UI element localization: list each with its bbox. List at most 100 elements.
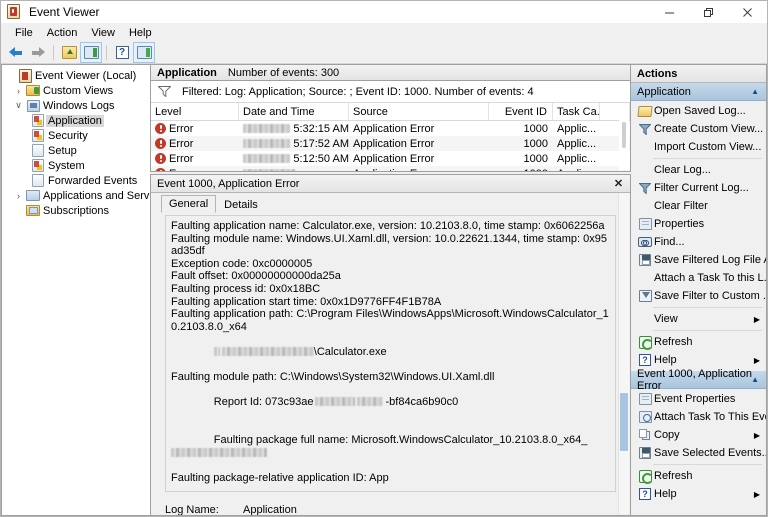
- column-header-task-category[interactable]: Task Ca...: [553, 103, 600, 120]
- menu-file[interactable]: File: [8, 26, 40, 40]
- action-save-filtered-log-file-as[interactable]: Save Filtered Log File A...: [631, 251, 766, 269]
- show-hide-console-tree-icon[interactable]: [81, 43, 101, 62]
- redacted-date: [243, 139, 290, 148]
- message-line: Faulting package-relative application ID…: [171, 472, 610, 485]
- sidebar-item-forwarded-events[interactable]: Forwarded Events: [2, 173, 150, 188]
- action-help-event[interactable]: ? Help ▶: [631, 485, 766, 503]
- chevron-up-icon[interactable]: ▲: [751, 375, 759, 384]
- tab-details[interactable]: Details: [216, 196, 266, 213]
- close-icon[interactable]: ✕: [612, 177, 625, 190]
- event-viewer-window: Event Viewer File Action View Hel: [0, 0, 768, 517]
- cell-task-category: Applic...: [553, 168, 600, 172]
- action-refresh[interactable]: Refresh: [631, 333, 766, 351]
- report-id-prefix: Report Id: 073c93ae: [214, 396, 314, 408]
- sidebar-item-setup[interactable]: Setup: [2, 143, 150, 158]
- attach-task-icon: [636, 411, 654, 423]
- action-copy[interactable]: Copy ▶: [631, 426, 766, 444]
- action-save-selected-events[interactable]: Save Selected Events...: [631, 444, 766, 462]
- back-arrow-icon[interactable]: [6, 43, 26, 62]
- redacted-text: [222, 347, 314, 356]
- filter-description: Filtered: Log: Application; Source: ; Ev…: [182, 86, 534, 98]
- column-header-source[interactable]: Source: [349, 103, 489, 120]
- action-filter-current-log[interactable]: Filter Current Log...: [631, 179, 766, 197]
- action-attach-task-to-this-event[interactable]: Attach Task To This Eve...: [631, 408, 766, 426]
- tree-root-event-viewer[interactable]: Event Viewer (Local): [2, 68, 150, 83]
- sidebar-item-system[interactable]: System: [2, 158, 150, 173]
- cell-source: Application Error: [349, 123, 489, 135]
- action-help[interactable]: ? Help ▶: [631, 351, 766, 369]
- action-clear-filter[interactable]: Clear Filter: [631, 197, 766, 215]
- close-icon[interactable]: [728, 1, 767, 23]
- menu-divider: [653, 158, 762, 159]
- event-viewer-icon: [7, 4, 23, 20]
- scrollbar-thumb[interactable]: [622, 122, 626, 148]
- detail-scrollbar[interactable]: [618, 193, 629, 514]
- table-row[interactable]: Error 5:17:52 AM Application Error 1000 …: [151, 136, 630, 151]
- up-one-level-icon[interactable]: [59, 43, 79, 62]
- event-metadata: Log Name: Application Source: Applicatio…: [165, 502, 616, 515]
- message-line: Faulting module path: C:\Windows\System3…: [171, 371, 610, 384]
- sidebar-item-application[interactable]: Application: [2, 113, 150, 128]
- computer-logs-icon: [25, 100, 41, 112]
- action-event-properties[interactable]: Event Properties: [631, 390, 766, 408]
- sidebar-item-label: Forwarded Events: [46, 175, 139, 187]
- column-header-level[interactable]: Level: [151, 103, 239, 120]
- help-icon[interactable]: ?: [112, 43, 132, 62]
- cell-date-and-time: 5:12:50 AM: [239, 153, 349, 165]
- action-label: View: [654, 313, 678, 325]
- chevron-right-icon[interactable]: ›: [12, 86, 25, 96]
- chevron-down-icon[interactable]: ∨: [12, 100, 25, 111]
- path-suffix: \Calculator.exe: [314, 346, 387, 358]
- action-import-custom-view[interactable]: Import Custom View...: [631, 138, 766, 156]
- cell-level: Error: [151, 168, 239, 172]
- filter-bar[interactable]: Filtered: Log: Application; Source: ; Ev…: [151, 81, 630, 103]
- minimize-icon[interactable]: [650, 1, 689, 23]
- action-properties[interactable]: Properties: [631, 215, 766, 233]
- sidebar-item-custom-views[interactable]: › Custom Views: [2, 83, 150, 98]
- cell-level: Error: [151, 123, 239, 135]
- action-label: Copy: [654, 429, 680, 441]
- folder-green-icon: [25, 85, 41, 96]
- action-view[interactable]: View ▶: [631, 310, 766, 328]
- group-title: Event 1000, Application Error: [637, 368, 766, 392]
- forward-arrow-icon[interactable]: [28, 43, 48, 62]
- sidebar-item-security[interactable]: Security: [2, 128, 150, 143]
- error-icon: [155, 138, 166, 149]
- table-row[interactable]: Error 5:32:15 AM Application Error 1000 …: [151, 121, 630, 136]
- action-refresh-event[interactable]: Refresh: [631, 467, 766, 485]
- table-row[interactable]: Error Application Error 1000 Applic...: [151, 166, 630, 171]
- column-header-event-id[interactable]: Event ID: [489, 103, 553, 120]
- sidebar-item-applications-and-services-logs[interactable]: › Applications and Services Lo: [2, 188, 150, 203]
- chevron-up-icon[interactable]: ▲: [751, 87, 759, 96]
- copy-icon: [636, 429, 654, 441]
- action-save-filter-to-custom-view[interactable]: Save Filter to Custom ...: [631, 287, 766, 305]
- action-clear-log[interactable]: Clear Log...: [631, 161, 766, 179]
- column-header-date-and-time[interactable]: Date and Time: [239, 103, 349, 120]
- table-row[interactable]: Error 5:12:50 AM Application Error 1000 …: [151, 151, 630, 166]
- chevron-right-icon[interactable]: ›: [12, 191, 25, 201]
- actions-group-header-application[interactable]: Application ▲: [631, 83, 766, 101]
- scrollbar-thumb[interactable]: [620, 393, 628, 451]
- error-icon: [155, 168, 166, 171]
- actions-group-header-event[interactable]: Event 1000, Application Error ▲: [631, 371, 766, 389]
- message-line-path-continuation: \Calculator.exe: [171, 333, 610, 371]
- menu-view[interactable]: View: [84, 26, 122, 40]
- tab-general[interactable]: General: [161, 195, 216, 213]
- event-list-scrollbar[interactable]: [619, 120, 629, 170]
- action-create-custom-view[interactable]: Create Custom View...: [631, 120, 766, 138]
- message-line-report-id: Report Id: 073c93ae-bf84ca6b90c0: [171, 384, 610, 422]
- menu-action[interactable]: Action: [40, 26, 85, 40]
- actions-list-event: Event Properties Attach Task To This Eve…: [631, 389, 766, 505]
- action-label: Help: [654, 354, 677, 366]
- sidebar-item-label: Security: [46, 130, 90, 142]
- action-find[interactable]: Find...: [631, 233, 766, 251]
- action-attach-a-task-to-this-log[interactable]: Attach a Task To this L...: [631, 269, 766, 287]
- action-open-saved-log[interactable]: Open Saved Log...: [631, 102, 766, 120]
- sidebar-item-subscriptions[interactable]: Subscriptions: [2, 203, 150, 218]
- detail-title: Event 1000, Application Error: [157, 178, 299, 190]
- show-hide-action-pane-icon[interactable]: [134, 43, 154, 62]
- cell-level: Error: [151, 153, 239, 165]
- restore-icon[interactable]: [689, 1, 728, 23]
- sidebar-item-windows-logs[interactable]: ∨ Windows Logs: [2, 98, 150, 113]
- menu-help[interactable]: Help: [122, 26, 159, 40]
